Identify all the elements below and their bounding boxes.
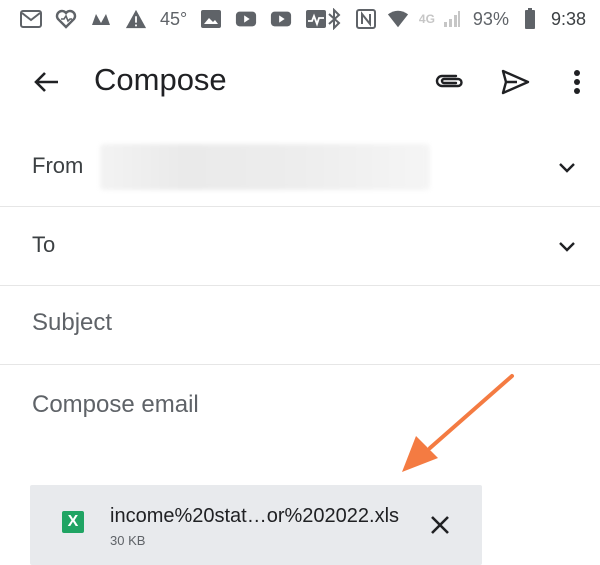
from-address-redacted[interactable] [100,144,430,190]
subject-field[interactable]: Subject [0,286,600,365]
chevron-down-icon [559,163,575,173]
more-options-button[interactable] [566,66,588,98]
back-arrow-icon [34,72,58,92]
from-dropdown-button[interactable] [554,155,580,179]
app-bar: Compose [0,44,600,120]
wifi-icon [387,8,409,30]
signal-icon [441,8,463,30]
youtube-icon [235,8,257,30]
clock-text: 9:38 [550,8,586,29]
battery-icon [519,8,541,30]
image-icon [200,8,222,30]
compose-email-field[interactable]: Compose email [32,391,199,419]
send-icon [501,69,530,95]
excel-file-icon: X [62,511,84,533]
to-row[interactable]: To [0,207,600,286]
status-bar: 45° 4G 93% 9:38 [0,0,600,44]
nfc-icon [355,8,377,30]
attachment-file-name: income%20stat…or%202022.xls [110,505,400,527]
warning-icon [125,8,147,30]
from-row: From [0,128,600,207]
page-title: Compose [94,62,227,97]
remove-attachment-button[interactable] [428,513,452,537]
divider [0,364,600,365]
bluetooth-icon [323,8,345,30]
chevron-down-icon [559,242,575,252]
network-type-text: 4G [418,12,435,26]
to-label: To [32,232,56,257]
battery-percent-text: 93% [472,8,509,29]
from-label: From [32,153,84,178]
paperclip-icon [435,74,463,88]
health-heart-icon [55,8,77,30]
more-vert-icon [574,70,580,94]
temperature-text: 45° [160,8,188,29]
attachment-chip[interactable]: X income%20stat…or%202022.xls 30 KB [30,485,482,565]
nbc-icon [90,8,112,30]
back-button[interactable] [30,66,62,98]
attach-file-button[interactable] [432,66,466,98]
send-button[interactable] [498,66,532,98]
attachment-file-size: 30 KB [110,533,146,548]
to-expand-button[interactable] [554,234,580,258]
close-icon [431,516,449,534]
subject-placeholder: Subject [32,309,113,336]
youtube-icon [270,8,292,30]
gmail-icon [20,8,42,30]
